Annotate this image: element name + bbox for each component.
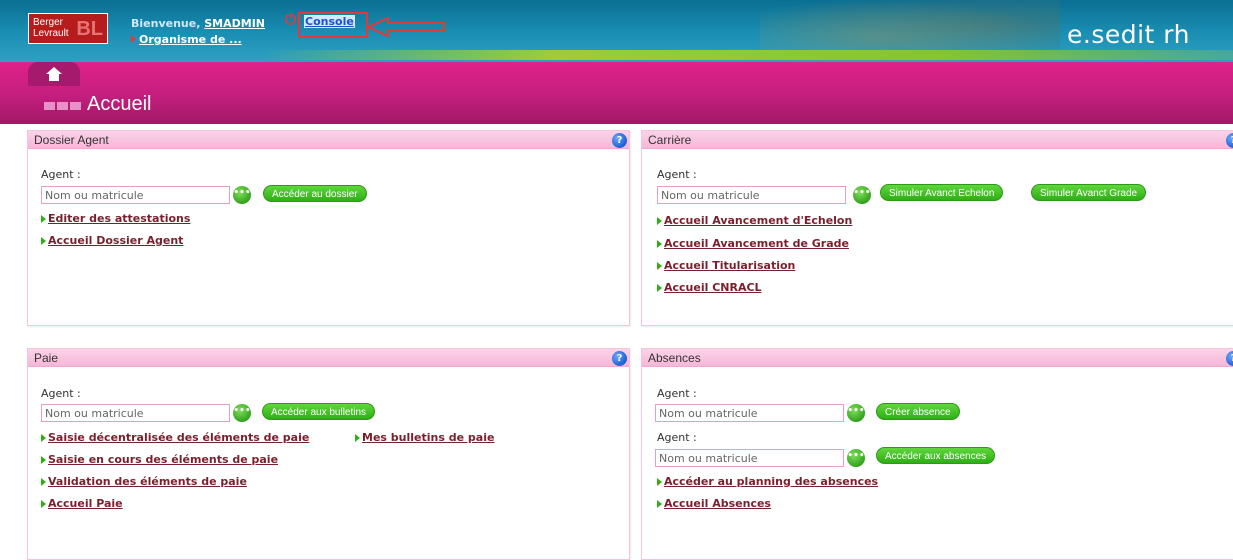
panel-header (28, 349, 629, 367)
panel-title: Absences (648, 351, 701, 365)
header-banner (0, 0, 1233, 62)
link-accueil-paie[interactable]: Accueil Paie (41, 497, 123, 510)
simuler-echelon-button[interactable]: Simuler Avanct Echelon (880, 184, 1004, 201)
acceder-absences-button[interactable]: Accéder aux absences (876, 447, 996, 464)
agent-search-input[interactable] (41, 404, 230, 422)
panel-carriere: Carrière ? Agent : ••• Simuler Avanct Ec… (641, 130, 1233, 326)
acceder-dossier-button[interactable]: Accéder au dossier (263, 185, 367, 202)
title-decoration (44, 102, 81, 110)
link-editer-attestations[interactable]: Editer des attestations (41, 212, 190, 225)
title-band (0, 62, 1233, 124)
agent-lookup-icon-2[interactable]: ••• (847, 449, 865, 467)
link-saisie-en-cours[interactable]: Saisie en cours des éléments de paie (41, 453, 278, 466)
agent-search-input[interactable] (41, 186, 230, 204)
agent-lookup-icon[interactable]: ••• (233, 404, 251, 422)
home-tab[interactable] (28, 62, 80, 86)
link-saisie-decentralisee[interactable]: Saisie décentralisée des éléments de pai… (41, 431, 309, 444)
agent-lookup-icon[interactable]: ••• (233, 186, 251, 204)
help-icon[interactable]: ? (612, 133, 627, 148)
link-avancement-grade[interactable]: Accueil Avancement de Grade (657, 237, 849, 250)
agent-label-2: Agent : (657, 431, 697, 444)
organisation-link[interactable]: Organisme de ... (131, 33, 242, 46)
panel-dossier-agent: Dossier Agent ? Agent : ••• Accéder au d… (27, 130, 630, 326)
panel-absences: Absences ? Agent : ••• Créer absence Age… (641, 348, 1233, 560)
agent-search-input[interactable] (657, 186, 846, 204)
annotation-arrow-icon (366, 16, 445, 38)
simuler-grade-button[interactable]: Simuler Avanct Grade (1031, 184, 1147, 201)
link-mes-bulletins[interactable]: Mes bulletins de paie (355, 431, 494, 444)
panel-header (642, 131, 1233, 149)
username-link[interactable]: SMADMIN (204, 17, 265, 30)
panel-title: Dossier Agent (34, 133, 109, 147)
agent-search-input-2[interactable] (655, 449, 844, 467)
console-link[interactable]: Console (304, 15, 355, 28)
link-validation-elements[interactable]: Validation des éléments de paie (41, 475, 247, 488)
agent-lookup-icon[interactable]: ••• (847, 404, 865, 422)
agent-label: Agent : (657, 387, 697, 400)
link-avancement-echelon[interactable]: Accueil Avancement d'Echelon (657, 214, 852, 227)
agent-search-input[interactable] (655, 404, 844, 422)
agent-label: Agent : (41, 387, 81, 400)
link-cnracl[interactable]: Accueil CNRACL (657, 281, 762, 294)
acceder-bulletins-button[interactable]: Accéder aux bulletins (262, 403, 376, 420)
panel-paie: Paie ? Agent : ••• Accéder aux bulletins… (27, 348, 630, 560)
brand-title: e.sedit rh (1067, 20, 1190, 49)
agent-label: Agent : (657, 168, 697, 181)
welcome-text: Bienvenue, SMADMIN (131, 17, 265, 30)
link-accueil-dossier-agent[interactable]: Accueil Dossier Agent (41, 234, 183, 247)
agent-label: Agent : (41, 168, 81, 181)
banner-streak (260, 50, 1233, 60)
link-accueil-absences[interactable]: Accueil Absences (657, 497, 771, 510)
berger-levrault-logo[interactable]: Berger Levrault BL (28, 13, 108, 44)
creer-absence-button[interactable]: Créer absence (876, 403, 960, 420)
link-titularisation[interactable]: Accueil Titularisation (657, 259, 795, 272)
panel-header (642, 349, 1233, 367)
agent-lookup-icon[interactable]: ••• (853, 186, 871, 204)
help-icon[interactable]: ? (612, 351, 627, 366)
panel-title: Paie (34, 351, 59, 365)
link-planning-absences[interactable]: Accéder au planning des absences (657, 475, 878, 488)
panel-header (28, 131, 629, 149)
power-icon[interactable]: ⏻ (285, 12, 299, 28)
page-title: Accueil (87, 93, 152, 115)
panel-title: Carrière (648, 133, 692, 147)
home-icon (46, 67, 62, 81)
